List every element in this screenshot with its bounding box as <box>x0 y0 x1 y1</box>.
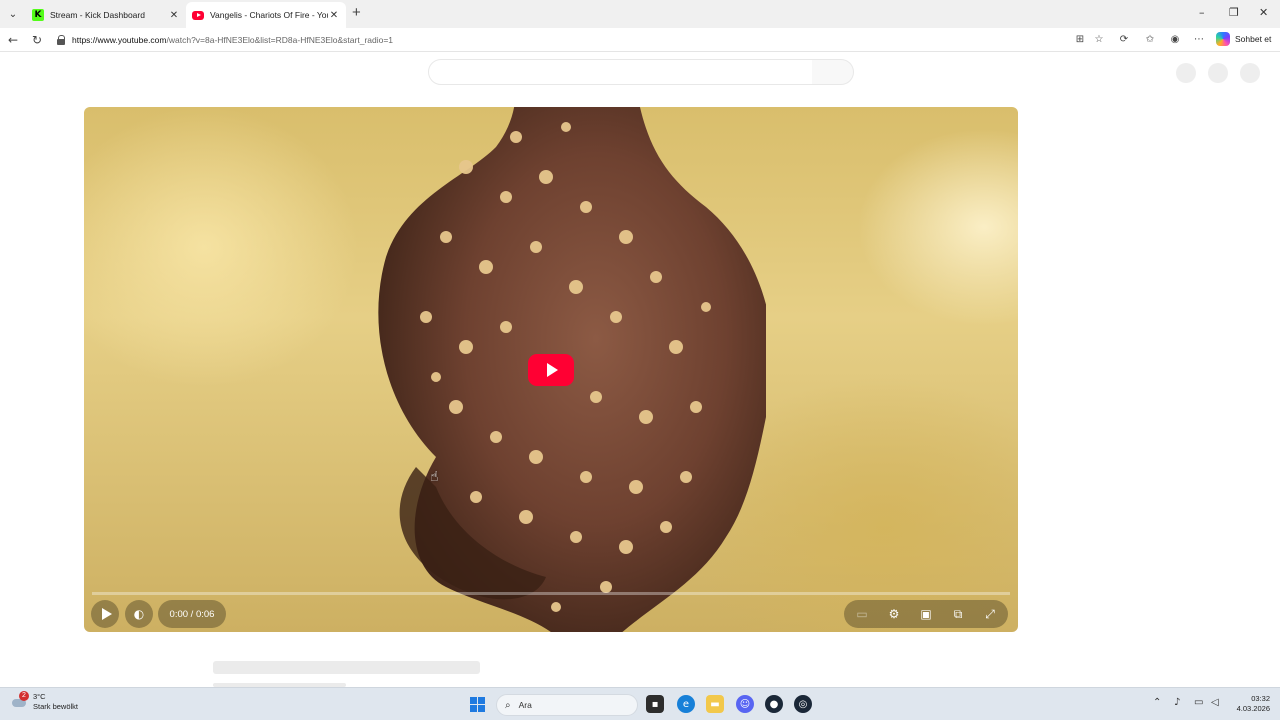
time-display: 0:00 / 0:06 <box>158 600 226 628</box>
network-icon[interactable]: ▭ <box>1194 697 1203 708</box>
tab-kick-dashboard[interactable]: K Stream - Kick Dashboard ✕ <box>26 2 186 28</box>
header-placeholder-circle <box>1208 63 1228 83</box>
cast-icon[interactable]: ⧉ <box>950 606 966 622</box>
url-host: https://www.youtube.com <box>72 35 167 45</box>
refresh-icon[interactable]: ↻ <box>29 32 45 48</box>
fullscreen-icon[interactable]: ⤢ <box>982 606 998 622</box>
new-tab-button[interactable]: + <box>352 5 361 21</box>
favorite-star-icon[interactable]: ☆ <box>1092 32 1106 48</box>
tab-actions-menu-button[interactable]: ⌄ <box>4 5 22 23</box>
profile-icon[interactable]: ◉ <box>1168 32 1182 48</box>
weather-temperature: 3°C <box>33 692 46 701</box>
tab-title: Stream - Kick Dashboard <box>50 10 145 20</box>
tab-close-icon[interactable]: ✕ <box>328 10 340 21</box>
speaker-icon[interactable]: ◁ <box>1211 697 1219 708</box>
kick-icon: K <box>32 9 44 21</box>
address-toolbar: ← ↻ https://www.youtube.com/watch?v=8a-H… <box>0 28 1280 52</box>
weather-widget[interactable]: 2 3°C Stark bewölkt <box>10 691 79 712</box>
windows-start-icon[interactable] <box>470 697 485 712</box>
mouse-cursor-icon: ☝ <box>430 469 439 485</box>
discord-icon[interactable]: ☺ <box>736 695 754 713</box>
volume-icon[interactable]: ◐ <box>125 600 153 628</box>
close-window-icon[interactable]: ✕ <box>1259 6 1268 19</box>
header-placeholder-circle <box>1176 63 1196 83</box>
back-icon[interactable]: ← <box>5 32 21 48</box>
edge-icon[interactable]: e <box>677 695 695 713</box>
site-info-icon[interactable] <box>56 35 66 45</box>
taskbar-search[interactable]: ⌕ Ara <box>496 694 638 716</box>
header-placeholder-circle <box>1240 63 1260 83</box>
favorites-icon[interactable]: ✩ <box>1143 32 1157 48</box>
clock-date: 4.03.2026 <box>1236 704 1270 713</box>
address-bar[interactable]: https://www.youtube.com/watch?v=8a-HfNE3… <box>52 31 1110 49</box>
tab-close-icon[interactable]: ✕ <box>168 10 180 21</box>
player-right-controls: ▭ ⚙ ▣ ⧉ ⤢ <box>844 600 1008 628</box>
theater-mode-icon[interactable]: ▣ <box>918 606 934 622</box>
tab-strip: ⌄ K Stream - Kick Dashboard ✕ Vangelis -… <box>0 0 1280 28</box>
copilot-icon <box>1216 32 1230 46</box>
tab-title: Vangelis - Chariots Of Fire - YouTube <box>210 10 328 20</box>
steam-icon[interactable]: ◎ <box>794 695 812 713</box>
extensions-icon[interactable]: ⟳ <box>1117 32 1131 48</box>
youtube-page: ☝ ◐ 0:00 / 0:06 ▭ ⚙ ▣ ⧉ ⤢ <box>0 53 1280 687</box>
task-view-icon[interactable]: ▪ <box>646 695 664 713</box>
system-clock[interactable]: 03:32 4.03.2026 <box>1228 694 1270 714</box>
settings-gear-icon[interactable]: ⚙ <box>886 606 902 622</box>
search-button[interactable] <box>812 59 854 85</box>
microphone-icon[interactable]: ♪ <box>1174 697 1180 708</box>
windows-taskbar: 2 3°C Stark bewölkt ⌕ Ara ▪ e ▬ ☺ ● ◎ ⌃ … <box>0 687 1280 720</box>
tab-youtube[interactable]: Vangelis - Chariots Of Fire - YouTube ✕ <box>186 2 346 28</box>
notification-badge: 2 <box>19 691 29 701</box>
app-icon[interactable]: ● <box>765 695 783 713</box>
title-placeholder <box>213 661 480 674</box>
progress-bar[interactable] <box>92 592 1010 595</box>
app-available-icon[interactable]: ⊞ <box>1073 32 1087 48</box>
minimize-icon[interactable]: – <box>1199 6 1205 19</box>
clock-time: 03:32 <box>1251 694 1270 703</box>
weather-description: Stark bewölkt <box>33 702 79 711</box>
url-path: /watch?v=8a-HfNE3Elo&list=RD8a-HfNE3Elo&… <box>166 35 394 45</box>
large-play-button[interactable] <box>528 354 574 386</box>
cloud-icon: 2 <box>10 691 29 710</box>
subtitles-icon[interactable]: ▭ <box>854 606 870 622</box>
video-player[interactable]: ☝ ◐ 0:00 / 0:06 ▭ ⚙ ▣ ⧉ ⤢ <box>84 107 1018 632</box>
taskbar-search-placeholder: Ara <box>518 700 532 710</box>
tray-overflow-icon[interactable]: ⌃ <box>1153 697 1161 708</box>
copilot-label: Sohbet et <box>1235 34 1272 44</box>
more-options-icon[interactable]: ⋯ <box>1192 32 1206 48</box>
youtube-icon <box>192 10 204 20</box>
restore-icon[interactable]: ❐ <box>1229 6 1239 19</box>
search-icon: ⌕ <box>505 699 511 711</box>
search-input[interactable] <box>428 59 813 85</box>
copilot-button[interactable]: Sohbet et <box>1216 32 1271 46</box>
file-explorer-icon[interactable]: ▬ <box>706 695 724 713</box>
play-button[interactable] <box>91 600 119 628</box>
